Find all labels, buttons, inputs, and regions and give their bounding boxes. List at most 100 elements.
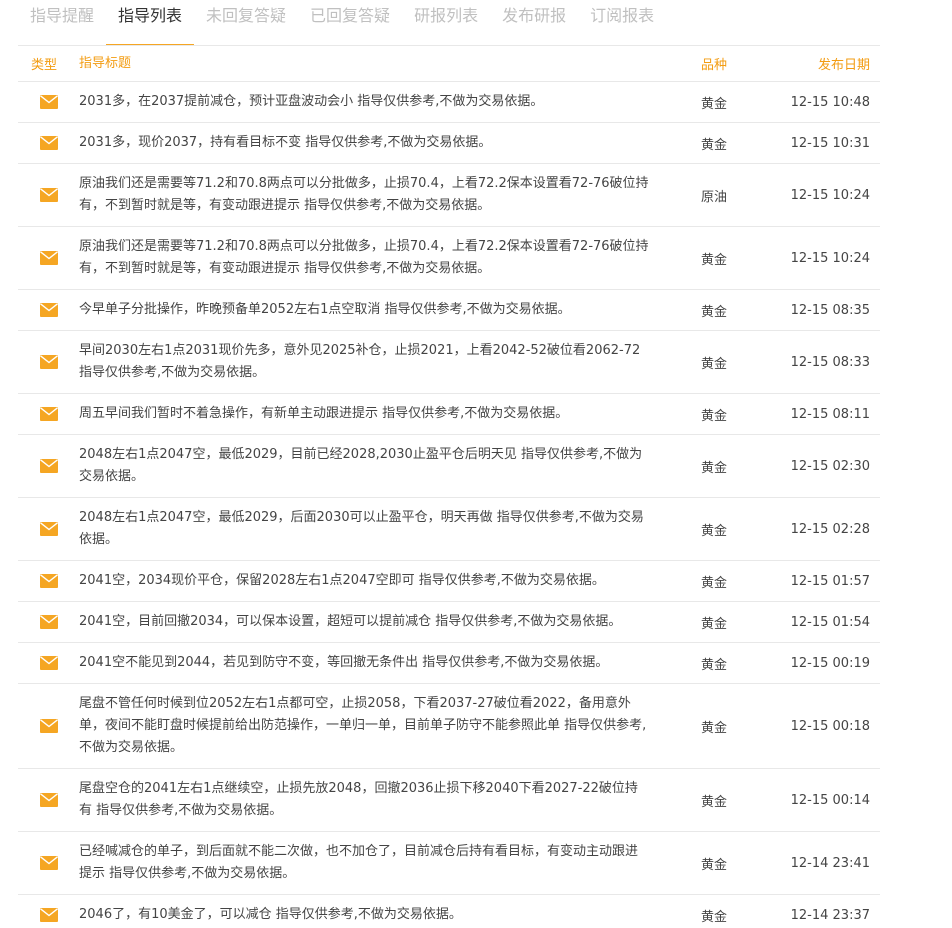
row-date: 12-15 01:54 — [790, 614, 870, 630]
row-date: 12-15 10:24 — [790, 187, 870, 203]
table-row[interactable]: 今早单子分批操作，昨晚预备单2052左右1点空取消 指导仅供参考,不做为交易依据… — [18, 290, 880, 331]
table-row[interactable]: 2041空，目前回撤2034，可以保本设置，超短可以提前减仓 指导仅供参考,不做… — [18, 602, 880, 643]
table-row[interactable]: 周五早间我们暂时不着急操作，有新单主动跟进提示 指导仅供参考,不做为交易依据。 黄… — [18, 394, 880, 435]
mail-icon[interactable] — [39, 719, 58, 733]
table-row[interactable]: 原油我们还是需要等71.2和70.8两点可以分批做多，止损70.4，上看72.2… — [18, 164, 880, 227]
mail-icon[interactable] — [39, 908, 58, 922]
row-date: 12-15 00:19 — [790, 655, 870, 671]
table-row[interactable]: 早间2030左右1点2031现价先多，意外见2025补仓，止损2021，上看20… — [18, 331, 880, 394]
mail-icon[interactable] — [39, 615, 58, 629]
mail-icon[interactable] — [39, 656, 58, 670]
table-body: 2031多，在2037提前减仓，预计亚盘波动会小 指导仅供参考,不做为交易依据。… — [18, 82, 880, 928]
row-variety: 黄金 — [701, 137, 728, 153]
row-type-cell — [18, 719, 79, 733]
row-title[interactable]: 2031多，在2037提前减仓，预计亚盘波动会小 指导仅供参考,不做为交易依据。 — [79, 82, 649, 122]
row-variety: 黄金 — [701, 616, 728, 632]
row-date: 12-15 10:24 — [790, 250, 870, 266]
mail-icon[interactable] — [39, 793, 58, 807]
table-row[interactable]: 尾盘空仓的2041左右1点继续空，止损先放2048，回撤2036止损下移2040… — [18, 769, 880, 832]
row-date: 12-15 10:48 — [790, 94, 870, 110]
table-row[interactable]: 2031多，现价2037，持有看目标不变 指导仅供参考,不做为交易依据。 黄金 12… — [18, 123, 880, 164]
row-variety: 黄金 — [701, 356, 728, 372]
row-title[interactable]: 周五早间我们暂时不着急操作，有新单主动跟进提示 指导仅供参考,不做为交易依据。 — [79, 394, 649, 434]
row-type-cell — [18, 355, 79, 369]
mail-icon[interactable] — [39, 251, 58, 265]
tab-subscription-report[interactable]: 订阅报表 — [578, 0, 666, 46]
table-row[interactable]: 2041空不能见到2044，若见到防守不变，等回撤无条件出 指导仅供参考,不做为… — [18, 643, 880, 684]
table-row[interactable]: 2048左右1点2047空，最低2029，目前已经2028,2030止盈平仓后明… — [18, 435, 880, 498]
row-title[interactable]: 已经喊减仓的单子，到后面就不能二次做，也不加仓了，目前减仓后持有看目标，有变动主… — [79, 832, 649, 894]
row-date: 12-15 02:28 — [790, 521, 870, 537]
row-title[interactable]: 原油我们还是需要等71.2和70.8两点可以分批做多，止损70.4，上看72.2… — [79, 164, 649, 226]
row-title[interactable]: 2031多，现价2037，持有看目标不变 指导仅供参考,不做为交易依据。 — [79, 123, 649, 163]
row-variety: 原油 — [701, 189, 728, 205]
row-variety: 黄金 — [701, 657, 728, 673]
tab-bar: 指导提醒 指导列表 未回复答疑 已回复答疑 研报列表 发布研报 订阅报表 — [18, 0, 666, 46]
row-title[interactable]: 2048左右1点2047空，最低2029，目前已经2028,2030止盈平仓后明… — [79, 435, 649, 497]
tab-research-list[interactable]: 研报列表 — [402, 0, 490, 46]
row-type-cell — [18, 188, 79, 202]
row-date: 12-15 01:57 — [790, 573, 870, 589]
header-variety: 品种 — [701, 58, 728, 73]
row-date: 12-15 08:33 — [790, 354, 870, 370]
row-type-cell — [18, 136, 79, 150]
table-header: 类型 指导标题 品种 发布日期 — [18, 46, 880, 82]
row-title[interactable]: 原油我们还是需要等71.2和70.8两点可以分批做多，止损70.4，上看72.2… — [79, 227, 649, 289]
mail-icon[interactable] — [39, 303, 58, 317]
mail-icon[interactable] — [39, 522, 58, 536]
row-variety: 黄金 — [701, 96, 728, 112]
row-title[interactable]: 2046了，有10美金了，可以减仓 指导仅供参考,不做为交易依据。 — [79, 895, 649, 928]
row-date: 12-14 23:41 — [790, 855, 870, 871]
row-type-cell — [18, 407, 79, 421]
row-title[interactable]: 今早单子分批操作，昨晚预备单2052左右1点空取消 指导仅供参考,不做为交易依据… — [79, 290, 649, 330]
row-variety: 黄金 — [701, 575, 728, 591]
table-row[interactable]: 尾盘不管任何时候到位2052左右1点都可空，止损2058，下看2037-27破位… — [18, 684, 880, 769]
row-title[interactable]: 尾盘不管任何时候到位2052左右1点都可空，止损2058，下看2037-27破位… — [79, 684, 649, 768]
row-date: 12-15 08:35 — [790, 302, 870, 318]
mail-icon[interactable] — [39, 459, 58, 473]
row-type-cell — [18, 656, 79, 670]
tab-guidance-reminder[interactable]: 指导提醒 — [18, 0, 106, 46]
row-variety: 黄金 — [701, 720, 728, 736]
mail-icon[interactable] — [39, 574, 58, 588]
row-type-cell — [18, 574, 79, 588]
mail-icon[interactable] — [39, 188, 58, 202]
table-row[interactable]: 2046了，有10美金了，可以减仓 指导仅供参考,不做为交易依据。 黄金 12-14… — [18, 895, 880, 928]
row-date: 12-15 08:11 — [790, 406, 870, 422]
tab-guidance-list[interactable]: 指导列表 — [106, 0, 195, 46]
row-type-cell — [18, 615, 79, 629]
row-date: 12-15 00:18 — [790, 718, 870, 734]
row-title[interactable]: 早间2030左右1点2031现价先多，意外见2025补仓，止损2021，上看20… — [79, 331, 649, 393]
mail-icon[interactable] — [39, 355, 58, 369]
mail-icon[interactable] — [39, 95, 58, 109]
row-type-cell — [18, 459, 79, 473]
row-title[interactable]: 2041空不能见到2044，若见到防守不变，等回撤无条件出 指导仅供参考,不做为… — [79, 643, 649, 683]
row-title[interactable]: 尾盘空仓的2041左右1点继续空，止损先放2048，回撤2036止损下移2040… — [79, 769, 649, 831]
row-type-cell — [18, 251, 79, 265]
row-title[interactable]: 2041空，2034现价平仓，保留2028左右1点2047空即可 指导仅供参考,… — [79, 561, 649, 601]
row-date: 12-15 00:14 — [790, 792, 870, 808]
row-type-cell — [18, 856, 79, 870]
row-variety: 黄金 — [701, 252, 728, 268]
row-type-cell — [18, 793, 79, 807]
table-row[interactable]: 2041空，2034现价平仓，保留2028左右1点2047空即可 指导仅供参考,… — [18, 561, 880, 602]
mail-icon[interactable] — [39, 856, 58, 870]
tab-unanswered-qa[interactable]: 未回复答疑 — [194, 0, 298, 46]
header-type: 类型 — [31, 58, 58, 73]
row-date: 12-15 10:31 — [790, 135, 870, 151]
row-variety: 黄金 — [701, 523, 728, 539]
row-title[interactable]: 2041空，目前回撤2034，可以保本设置，超短可以提前减仓 指导仅供参考,不做… — [79, 602, 649, 642]
tab-publish-research[interactable]: 发布研报 — [490, 0, 578, 46]
mail-icon[interactable] — [39, 136, 58, 150]
table-row[interactable]: 2031多，在2037提前减仓，预计亚盘波动会小 指导仅供参考,不做为交易依据。… — [18, 82, 880, 123]
row-variety: 黄金 — [701, 408, 728, 424]
table-row[interactable]: 2048左右1点2047空，最低2029，后面2030可以止盈平仓，明天再做 指… — [18, 498, 880, 561]
header-date: 发布日期 — [817, 58, 870, 73]
tab-answered-qa[interactable]: 已回复答疑 — [298, 0, 402, 46]
row-type-cell — [18, 95, 79, 109]
table-row[interactable]: 已经喊减仓的单子，到后面就不能二次做，也不加仓了，目前减仓后持有看目标，有变动主… — [18, 832, 880, 895]
table-row[interactable]: 原油我们还是需要等71.2和70.8两点可以分批做多，止损70.4，上看72.2… — [18, 227, 880, 290]
row-variety: 黄金 — [701, 460, 728, 476]
row-title[interactable]: 2048左右1点2047空，最低2029，后面2030可以止盈平仓，明天再做 指… — [79, 498, 649, 560]
mail-icon[interactable] — [39, 407, 58, 421]
